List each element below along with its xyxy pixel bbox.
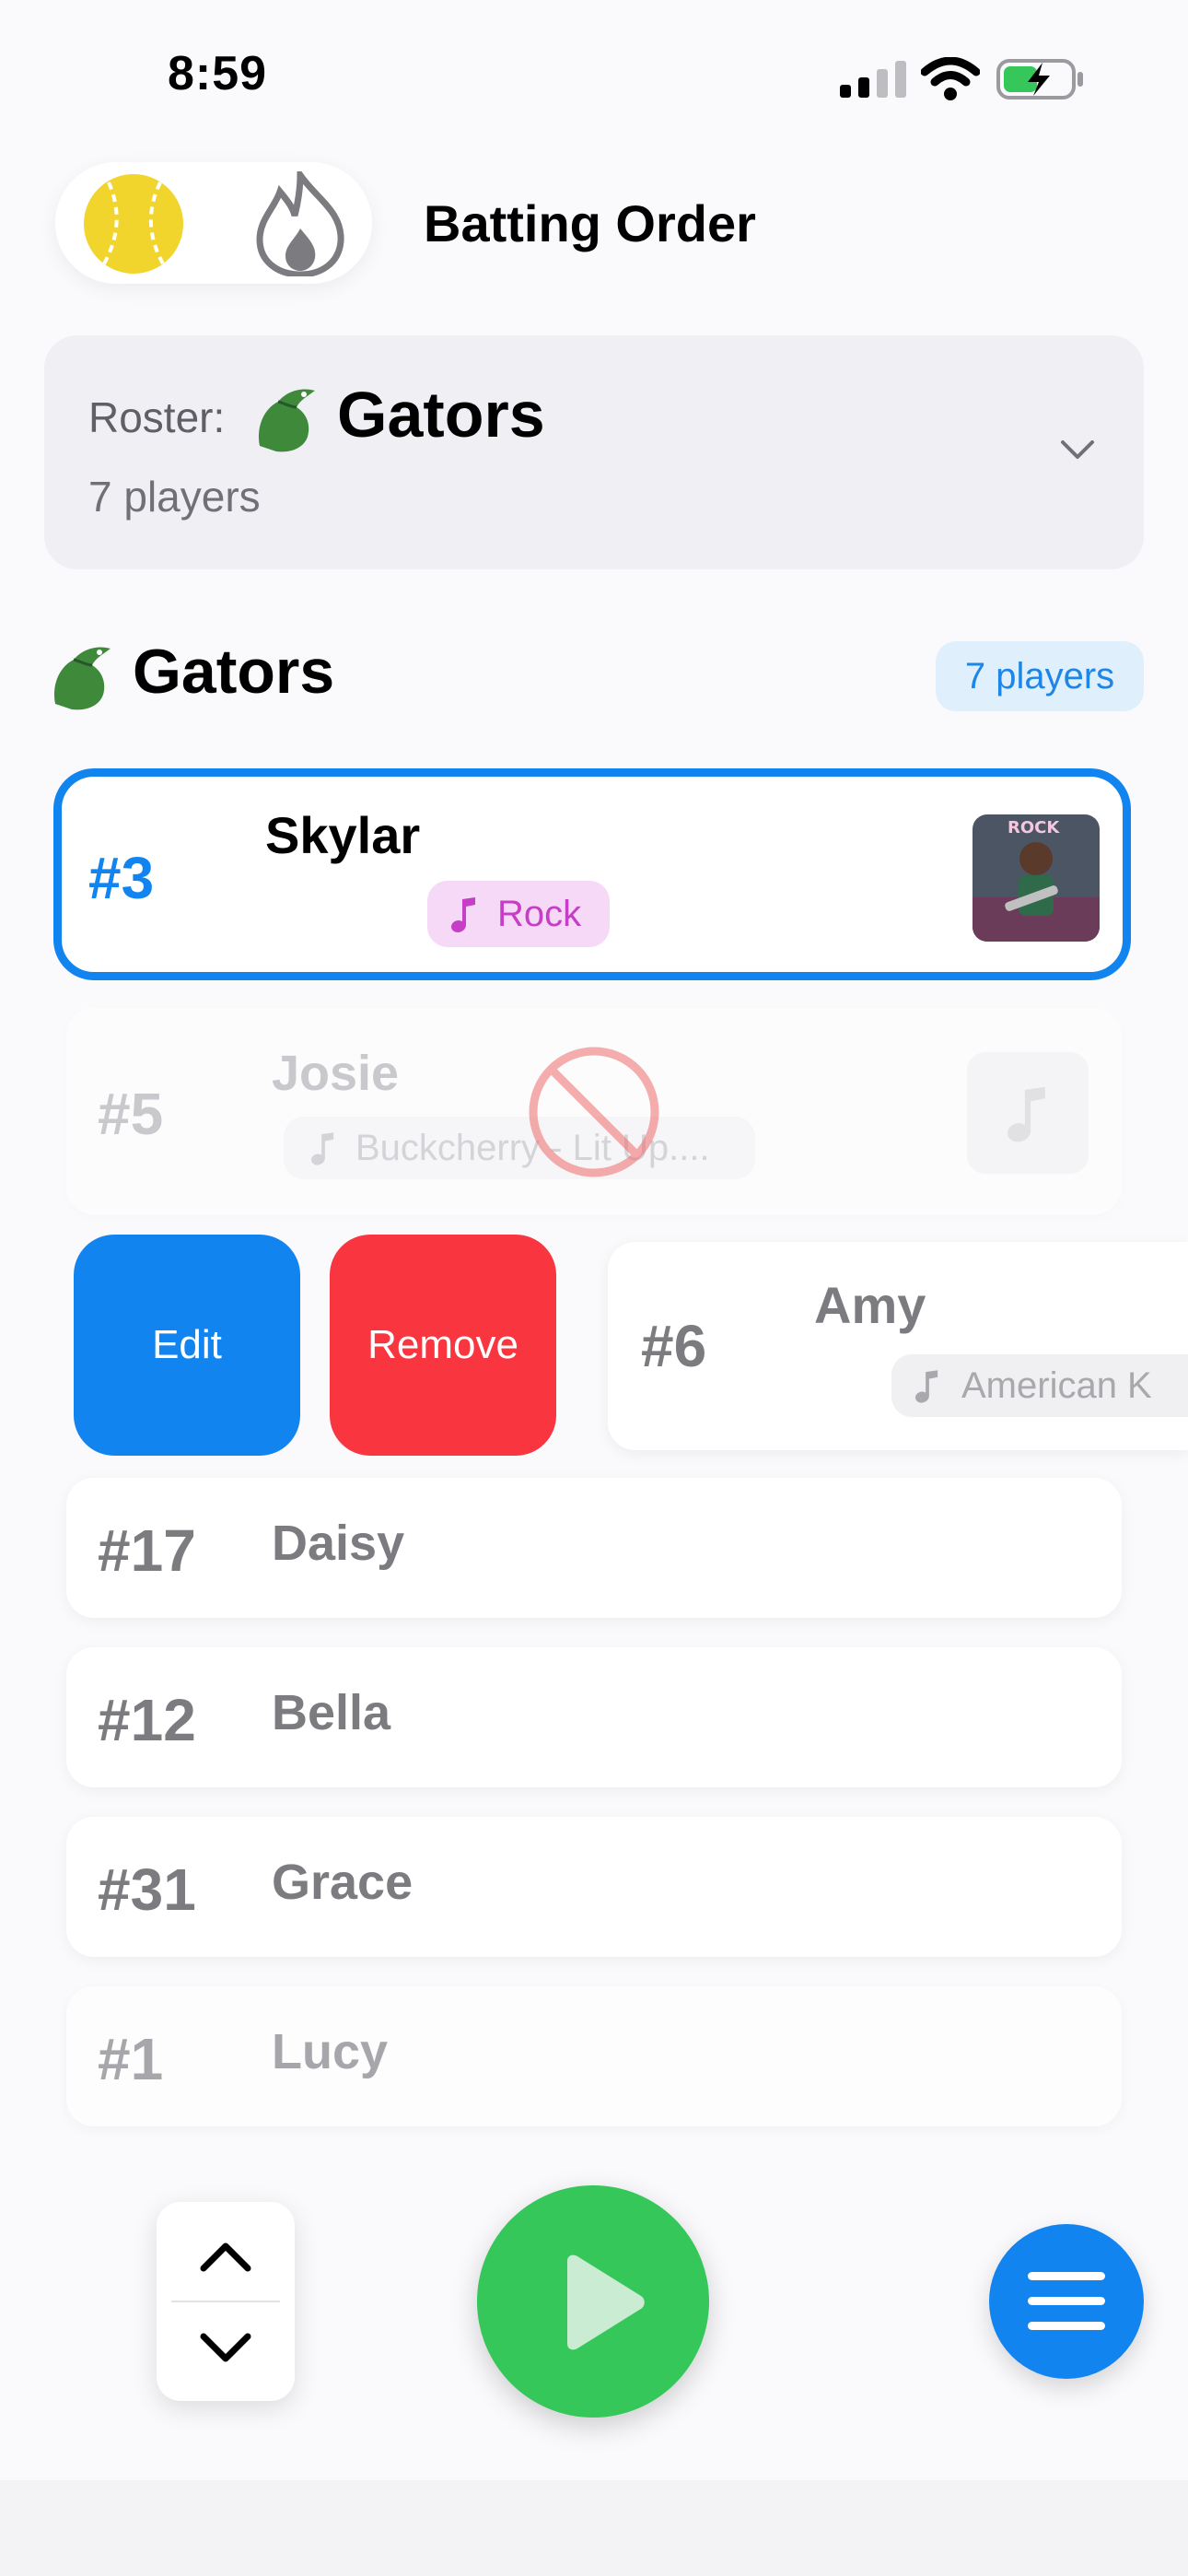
roster-selector[interactable] — [44, 335, 1144, 569]
album-art-placeholder — [967, 1052, 1089, 1174]
play-icon — [567, 2254, 645, 2350]
song-label: American K — [961, 1364, 1152, 1406]
remove-button[interactable]: Remove — [330, 1235, 556, 1456]
player-name: Amy — [814, 1276, 926, 1334]
mode-toggle[interactable] — [55, 162, 372, 284]
player-row-swiped[interactable]: #6 Amy American K — [608, 1242, 1188, 1450]
no-drop-icon — [529, 1047, 659, 1177]
chevron-down-icon[interactable] — [198, 2331, 253, 2364]
player-number: #17 — [98, 1517, 196, 1584]
song-chip: Buckcherry - Lit Up.... — [284, 1117, 755, 1179]
order-stepper[interactable] — [157, 2202, 295, 2401]
player-name: Daisy — [272, 1516, 405, 1571]
song-chip[interactable]: Rock — [427, 881, 610, 947]
player-row[interactable] — [66, 1817, 1122, 1957]
page-title: Batting Order — [424, 194, 756, 252]
music-note-icon — [311, 1132, 334, 1165]
roster-team-name: Gators — [337, 379, 545, 451]
gator-icon — [258, 389, 315, 452]
player-name: Skylar — [265, 806, 421, 864]
battery-charging-icon — [996, 59, 1083, 100]
status-time: 8:59 — [168, 47, 268, 100]
edit-button[interactable]: Edit — [74, 1235, 300, 1456]
play-button[interactable] — [477, 2185, 709, 2418]
bottom-safe-area — [0, 2480, 1188, 2576]
player-number: #3 — [88, 845, 155, 911]
player-count-badge: 7 players — [936, 641, 1144, 711]
flame-icon[interactable] — [252, 171, 348, 276]
player-name: Bella — [272, 1685, 391, 1740]
softball-icon[interactable] — [83, 173, 184, 275]
music-note-icon — [451, 897, 475, 932]
player-name: Lucy — [272, 2024, 389, 2079]
music-note-icon — [915, 1370, 938, 1403]
player-number: #12 — [98, 1687, 196, 1753]
player-row[interactable] — [66, 1986, 1122, 2126]
roster-player-count: 7 players — [88, 473, 261, 521]
svg-text:ROCK: ROCK — [1007, 818, 1060, 837]
player-number: #1 — [98, 2026, 164, 2092]
player-row-selected[interactable] — [53, 768, 1131, 980]
stepper-divider — [171, 2301, 280, 2302]
team-heading: Gators — [133, 637, 335, 707]
player-name: Josie — [272, 1046, 400, 1101]
wifi-icon — [921, 57, 980, 100]
chevron-up-icon[interactable] — [198, 2241, 253, 2274]
cellular-signal-icon — [840, 61, 906, 98]
player-row[interactable] — [66, 1647, 1122, 1787]
music-note-icon — [1007, 1086, 1045, 1142]
roster-label: Roster: — [88, 393, 226, 441]
gator-icon — [53, 647, 111, 710]
player-number: #5 — [98, 1081, 164, 1147]
player-number: #31 — [98, 1856, 196, 1923]
player-name: Grace — [272, 1855, 413, 1910]
player-row[interactable] — [66, 1478, 1122, 1618]
hamburger-menu-icon — [1028, 2272, 1105, 2330]
song-label: Rock — [497, 893, 582, 934]
menu-button[interactable] — [989, 2224, 1144, 2379]
chevron-down-icon[interactable] — [1059, 439, 1096, 461]
player-number: #6 — [641, 1313, 707, 1379]
song-chip[interactable]: American K — [891, 1354, 1188, 1417]
album-art-thumbnail[interactable]: ROCK — [973, 814, 1100, 942]
